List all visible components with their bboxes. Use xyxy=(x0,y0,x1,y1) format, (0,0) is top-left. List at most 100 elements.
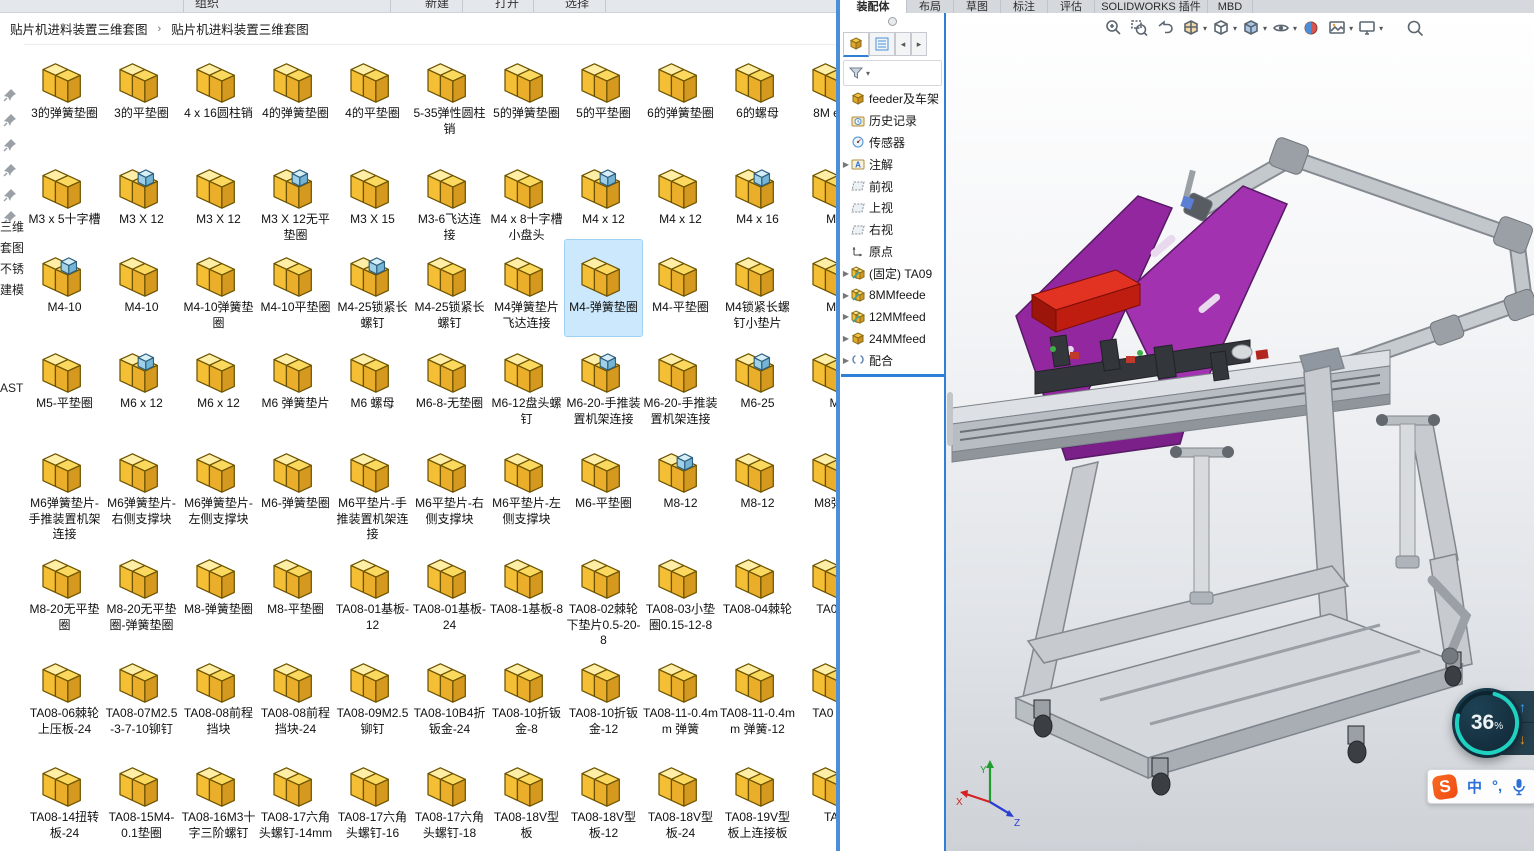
file-item[interactable]: M5 xyxy=(796,240,836,336)
file-item[interactable]: M6-弹簧垫圈 xyxy=(257,436,334,542)
file-item[interactable]: TA0 xyxy=(796,750,836,851)
file-item[interactable]: M3 X 12 xyxy=(103,152,180,240)
tree-filter[interactable]: ▾ xyxy=(843,60,942,86)
file-item[interactable]: TA08-11-0.4mm 弹簧 xyxy=(642,646,719,750)
file-item[interactable]: TA0 .4m xyxy=(796,646,836,750)
file-item[interactable]: TA08-01基板-12 xyxy=(334,542,411,646)
file-item[interactable]: TA08-15M4-0.1垫圈 xyxy=(103,750,180,851)
file-item[interactable]: M6平垫片-右侧支撑块 xyxy=(411,436,488,542)
file-item[interactable]: M3 X 15 xyxy=(334,152,411,240)
file-item[interactable]: TA08-03小垫圈0.15-12-8 xyxy=(642,542,719,646)
file-item[interactable]: M8-平垫圈 xyxy=(257,542,334,646)
pin-icon[interactable] xyxy=(3,163,17,177)
file-item[interactable]: M4-25锁紧长螺钉 xyxy=(411,240,488,336)
tree-item-13[interactable]: ▶配合 xyxy=(841,350,943,372)
file-item[interactable]: 5-35弹性圆柱销 xyxy=(411,46,488,152)
view-settings-icon[interactable] xyxy=(1355,16,1379,40)
edit-appearance-icon[interactable] xyxy=(1299,16,1323,40)
file-item[interactable]: M6-8-无垫圈 xyxy=(411,336,488,436)
tree-item-10[interactable]: ▶8MMfeede xyxy=(841,284,943,306)
tree-item-3[interactable]: 传感器 xyxy=(841,132,943,154)
file-item[interactable]: M4-10 xyxy=(26,240,103,336)
ribbon-tab-5[interactable]: 评估 xyxy=(1048,0,1095,13)
ribbon-tab-1[interactable]: 装配体 xyxy=(840,0,907,13)
file-item[interactable]: TA08-10B4折钣金-24 xyxy=(411,646,488,750)
tab-feature-manager[interactable] xyxy=(843,32,869,57)
section-view-icon[interactable] xyxy=(1179,16,1203,40)
file-item[interactable]: M6 x 12 xyxy=(180,336,257,436)
file-item[interactable]: M3 X 12 xyxy=(180,152,257,240)
chevron-down-icon[interactable]: ▾ xyxy=(1349,24,1353,33)
sidebar-item[interactable]: 三维 xyxy=(0,218,24,235)
ribbon-tab-7[interactable]: MBD xyxy=(1208,0,1253,13)
file-item[interactable]: M4-10平垫圈 xyxy=(257,240,334,336)
file-item[interactable]: M4-弹簧垫圈 xyxy=(565,240,642,336)
file-item[interactable]: TA08-1基板-8 xyxy=(488,542,565,646)
file-item[interactable]: M6弹簧垫片-手推装置机架连接 xyxy=(26,436,103,542)
expand-arrow-icon[interactable]: ▶ xyxy=(841,356,851,365)
tree-item-9[interactable]: ▶(固定) TA09 xyxy=(841,262,943,284)
ime-logo[interactable]: S xyxy=(1431,773,1458,800)
file-item[interactable]: 6的弹簧垫圈 xyxy=(642,46,719,152)
tree-item-6[interactable]: 上视 xyxy=(841,197,943,219)
chevron-down-icon[interactable]: ▾ xyxy=(1233,24,1237,33)
file-item[interactable]: 4的平垫圈 xyxy=(334,46,411,152)
display-style-icon[interactable] xyxy=(1239,16,1263,40)
hide-show-items-icon[interactable] xyxy=(1269,16,1293,40)
file-item[interactable]: TA08-18V型板-24 xyxy=(642,750,719,851)
file-item[interactable]: TA08-17六角头螺钉-14mm xyxy=(257,750,334,851)
file-item[interactable]: TA08-18V型板 xyxy=(488,750,565,851)
file-item[interactable]: M3 x 5十字槽 xyxy=(26,152,103,240)
file-item[interactable]: M8弹簧 xyxy=(796,436,836,542)
pin-icon[interactable] xyxy=(3,88,17,102)
file-item[interactable]: M4-10 xyxy=(103,240,180,336)
file-item[interactable]: TA08-08前程挡块 xyxy=(180,646,257,750)
ime-punctuation-toggle[interactable]: °, xyxy=(1492,778,1502,795)
tree-end-bar[interactable] xyxy=(841,374,944,377)
magnifier-icon[interactable] xyxy=(1403,16,1427,40)
file-item[interactable]: M4 xyxy=(796,152,836,240)
apply-scene-icon[interactable] xyxy=(1325,16,1349,40)
solidworks-3d-viewport[interactable]: Y X Z xyxy=(946,13,1534,851)
tree-item-1[interactable]: feeder及车架 ( xyxy=(841,88,943,110)
file-item[interactable]: 3的平垫圈 xyxy=(103,46,180,152)
sidebar-item[interactable]: 不锈 xyxy=(0,260,24,277)
expand-arrow-icon[interactable]: ▶ xyxy=(841,269,851,278)
command-bar-item[interactable]: 组织 xyxy=(195,0,219,11)
panel-collapse-handle[interactable] xyxy=(888,17,897,26)
tree-item-12[interactable]: ▶24MMfeed xyxy=(841,328,943,350)
chevron-down-icon[interactable]: ▾ xyxy=(1203,24,1207,33)
file-item[interactable]: M4-25锁紧长螺钉 xyxy=(334,240,411,336)
file-item[interactable]: TA08-18V型板-12 xyxy=(565,750,642,851)
file-item[interactable]: 4的弹簧垫圈 xyxy=(257,46,334,152)
file-item[interactable]: 5的平垫圈 xyxy=(565,46,642,152)
expand-arrow-icon[interactable]: ▶ xyxy=(841,334,851,343)
panel-splitter-handle[interactable] xyxy=(947,392,953,446)
file-item[interactable]: M6 x 12 xyxy=(103,336,180,436)
file-item[interactable]: 3的弹簧垫圈 xyxy=(26,46,103,152)
file-item[interactable]: M3-6飞达连接 xyxy=(411,152,488,240)
file-item[interactable]: M8-12 xyxy=(642,436,719,542)
sidebar-item[interactable]: 套图 xyxy=(0,239,24,256)
expand-arrow-icon[interactable]: ▶ xyxy=(841,312,851,321)
pin-icon[interactable] xyxy=(3,188,17,202)
chevron-down-icon[interactable]: ▾ xyxy=(1293,24,1297,33)
pin-icon[interactable] xyxy=(3,138,17,152)
file-item[interactable]: M6 弹簧垫片 xyxy=(257,336,334,436)
file-item[interactable]: TA08-19V型板上连接板 xyxy=(719,750,796,851)
expand-arrow-icon[interactable]: ▶ xyxy=(841,160,851,169)
file-item[interactable]: 8M er垫 xyxy=(796,46,836,152)
sidebar-item[interactable]: 建模 xyxy=(0,281,24,298)
file-item[interactable]: M3 X 12无平垫圈 xyxy=(257,152,334,240)
previous-view-icon[interactable] xyxy=(1153,16,1177,40)
file-item[interactable]: TA08-10折钣金-12 xyxy=(565,646,642,750)
zoom-to-fit-icon[interactable] xyxy=(1101,16,1125,40)
tree-item-4[interactable]: ▶A注解 xyxy=(841,153,943,175)
file-item[interactable]: M4弹簧垫片飞达连接 xyxy=(488,240,565,336)
command-bar-item[interactable]: 新建 xyxy=(425,0,449,11)
ribbon-tab-4[interactable]: 标注 xyxy=(1001,0,1048,13)
file-item[interactable]: M4 x 16 xyxy=(719,152,796,240)
file-item[interactable]: TA08-17六角头螺钉-18 xyxy=(411,750,488,851)
file-item[interactable]: M6-平垫圈 xyxy=(565,436,642,542)
file-item[interactable]: M4锁紧长螺钉小垫片 xyxy=(719,240,796,336)
